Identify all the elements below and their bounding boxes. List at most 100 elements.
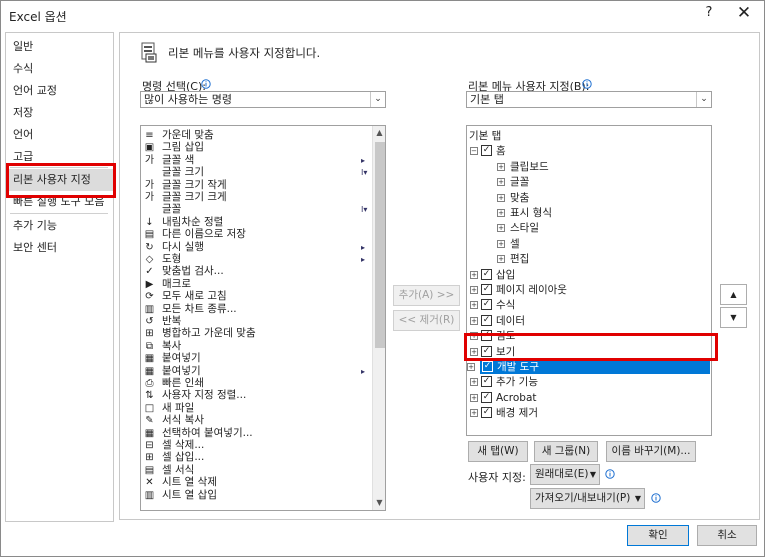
command-item[interactable]: 가 글꼴 색 ▸ [141, 154, 371, 167]
remove-button[interactable]: << 제거(R) [393, 310, 460, 331]
ribbon-tree-node[interactable]: + ✓ 데이터 [470, 314, 670, 328]
ribbon-tree-node[interactable]: + ✓ 배경 제거 [470, 406, 670, 420]
command-item[interactable]: 가 글꼴 크기 작게 [141, 179, 371, 192]
new-tab-button[interactable]: 새 탭(W) [468, 441, 528, 462]
sidebar-item-add-ins[interactable]: 추가 기능 [6, 215, 113, 237]
ribbon-tree[interactable]: 기본 탭 − ✓ 홈 + 클립보드 + 글꼴 + 맞춤 + 표시 형식 + 스타일 + 셀 + 편집 + ✓ 삽입 + ✓ 페… [466, 125, 712, 436]
checkbox[interactable]: ✓ [481, 284, 492, 295]
collapse-icon[interactable]: − [470, 147, 478, 156]
command-item[interactable]: ⊞ 셀 삽입... [141, 451, 371, 464]
choose-commands-dropdown[interactable]: 많이 사용하는 명령 ⌄ [140, 91, 386, 108]
checkbox[interactable]: ✓ [482, 361, 493, 372]
checkbox[interactable]: ✓ [481, 376, 492, 388]
ribbon-tree-node[interactable]: + 스타일 [497, 221, 697, 235]
checkbox[interactable]: ✓ [481, 299, 492, 311]
command-label: 매크로 [162, 277, 191, 290]
reset-dropdown[interactable]: 원래대로(E) ▼ [530, 464, 600, 485]
ribbon-tree-node[interactable]: + 편집 [497, 252, 697, 266]
checkbox[interactable]: ✓ [481, 268, 492, 280]
checkbox[interactable]: ✓ [481, 407, 492, 419]
checkbox[interactable]: ✓ [481, 391, 492, 403]
command-item[interactable]: ✎ 서식 복사 [141, 414, 371, 427]
command-label: 셀 삽입... [162, 451, 205, 464]
checkbox[interactable]: ✓ [481, 314, 492, 326]
expand-icon[interactable]: + [470, 393, 478, 402]
expand-icon[interactable]: + [497, 224, 505, 233]
expand-icon[interactable]: + [470, 286, 478, 294]
expand-icon[interactable]: + [497, 178, 505, 187]
ribbon-tree-node[interactable]: + ✓ 수식 [470, 298, 670, 312]
ribbon-tree-node[interactable]: 기본 탭 [467, 129, 667, 143]
command-item[interactable]: ⊞ 병합하고 가운데 맞춤 [141, 327, 371, 340]
sidebar-item-save[interactable]: 저장 [6, 102, 113, 124]
ribbon-tree-node[interactable]: + 셀 [497, 237, 697, 251]
expand-icon[interactable]: + [497, 209, 505, 217]
command-item[interactable]: ▤ 셀 서식 [141, 464, 371, 477]
command-item[interactable]: ⇅ 사용자 지정 정렬... [141, 389, 371, 402]
command-item[interactable]: ✕ 시트 열 삭제 [141, 476, 371, 489]
command-item[interactable]: ▶ 매크로 [141, 278, 371, 291]
sidebar-item-proofing[interactable]: 언어 교정 [6, 80, 113, 102]
command-item[interactable]: ▦ 선택하여 붙여넣기... [141, 427, 371, 440]
command-item[interactable]: □ 새 파일 [141, 402, 371, 415]
expand-icon[interactable]: + [467, 363, 475, 371]
ribbon-tree-node[interactable]: + ✓ 개발 도구 [467, 360, 710, 374]
sidebar-item-general[interactable]: 일반 [6, 36, 113, 58]
move-up-button[interactable]: ▲ [720, 284, 747, 305]
chevron-down-icon[interactable]: ⌄ [696, 92, 711, 107]
command-item[interactable]: 가 글꼴 크기 크게 [141, 191, 371, 204]
expand-icon[interactable]: + [470, 270, 478, 279]
expand-icon[interactable]: + [470, 316, 478, 325]
command-item[interactable]: ◇ 도형 ▸ [141, 253, 371, 266]
new-group-button[interactable]: 새 그룹(N) [534, 441, 598, 462]
chevron-down-icon[interactable]: ⌄ [370, 92, 385, 107]
command-item[interactable]: ✓ 맞춤법 검사... [141, 265, 371, 278]
command-item[interactable]: ▦ 붙여넣기 [141, 352, 371, 365]
move-down-button[interactable]: ▼ [720, 307, 747, 328]
sidebar-item-language[interactable]: 언어 [6, 124, 113, 146]
ribbon-tree-node[interactable]: + 맞춤 [497, 191, 697, 205]
command-item[interactable]: ⟳ 모두 새로 고침 [141, 290, 371, 303]
command-item[interactable]: ▥ 모든 차트 종류... [141, 303, 371, 316]
ribbon-tree-node[interactable]: + ✓ 삽입 [470, 268, 670, 282]
ribbon-tree-node[interactable]: + ✓ 추가 기능 [470, 375, 670, 389]
scroll-down-icon[interactable]: ▼ [373, 496, 385, 510]
add-button[interactable]: 추가(A) >> [393, 285, 460, 306]
expand-icon[interactable]: + [470, 378, 478, 387]
command-item[interactable]: ↻ 다시 실행 ▸ [141, 241, 371, 254]
ribbon-tree-node[interactable]: − ✓ 홈 [470, 144, 670, 158]
ribbon-tree-node[interactable]: + 글꼴 [497, 175, 697, 189]
ok-button[interactable]: 확인 [627, 525, 689, 546]
commands-list[interactable]: ≡ 가운데 맞춤 ▣ 그림 삽입 가 글꼴 색 ▸ 글꼴 크기 I▾ 가 글꼴 크기 작게 가 글꼴 … [140, 125, 386, 511]
expand-icon[interactable]: + [470, 409, 478, 418]
ribbon-tree-node[interactable]: + 표시 형식 [497, 206, 697, 220]
import-export-dropdown[interactable]: 가져오기/내보내기(P) ▼ [530, 488, 645, 509]
ribbon-tree-node[interactable]: + ✓ Acrobat [470, 391, 670, 405]
cancel-button[interactable]: 취소 [697, 525, 757, 546]
command-item[interactable]: ▤ 다른 이름으로 저장 [141, 228, 371, 241]
help-button[interactable]: ? [700, 5, 718, 25]
command-item[interactable]: ▥ 시트 열 삽입 [141, 489, 371, 502]
expand-icon[interactable]: + [497, 239, 505, 248]
expand-icon[interactable]: + [497, 255, 505, 264]
close-button[interactable]: ✕ [734, 3, 754, 25]
rename-button[interactable]: 이름 바꾸기(M)... [606, 441, 696, 462]
scrollbar-thumb[interactable] [375, 142, 385, 348]
scroll-up-icon[interactable]: ▲ [373, 126, 385, 140]
expand-icon[interactable]: + [497, 193, 505, 202]
command-item[interactable]: ⧉ 복사 [141, 340, 371, 353]
ribbon-tabs-dropdown[interactable]: 기본 탭 ⌄ [466, 91, 712, 108]
ribbon-tree-node[interactable]: + 클립보드 [497, 160, 697, 174]
expand-icon[interactable]: + [497, 162, 505, 171]
expand-icon[interactable]: + [470, 301, 478, 310]
commands-scrollbar[interactable]: ▲ ▼ [372, 126, 385, 510]
sidebar-item-formulas[interactable]: 수식 [6, 58, 113, 80]
command-item[interactable]: 글꼴 크기 I▾ [141, 166, 371, 179]
checkbox[interactable]: ✓ [481, 145, 492, 157]
command-item[interactable]: ↓ 내림차순 정렬 [141, 216, 371, 229]
ribbon-tree-node[interactable]: + ✓ 페이지 레이아웃 [470, 283, 670, 297]
sidebar-item-trust-center[interactable]: 보안 센터 [6, 237, 113, 259]
command-item[interactable]: ▣ 그림 삽입 [141, 141, 371, 154]
command-item[interactable]: ▦ 붙여넣기 ▸ [141, 365, 371, 378]
command-item[interactable]: 글꼴 I▾ [141, 203, 371, 216]
